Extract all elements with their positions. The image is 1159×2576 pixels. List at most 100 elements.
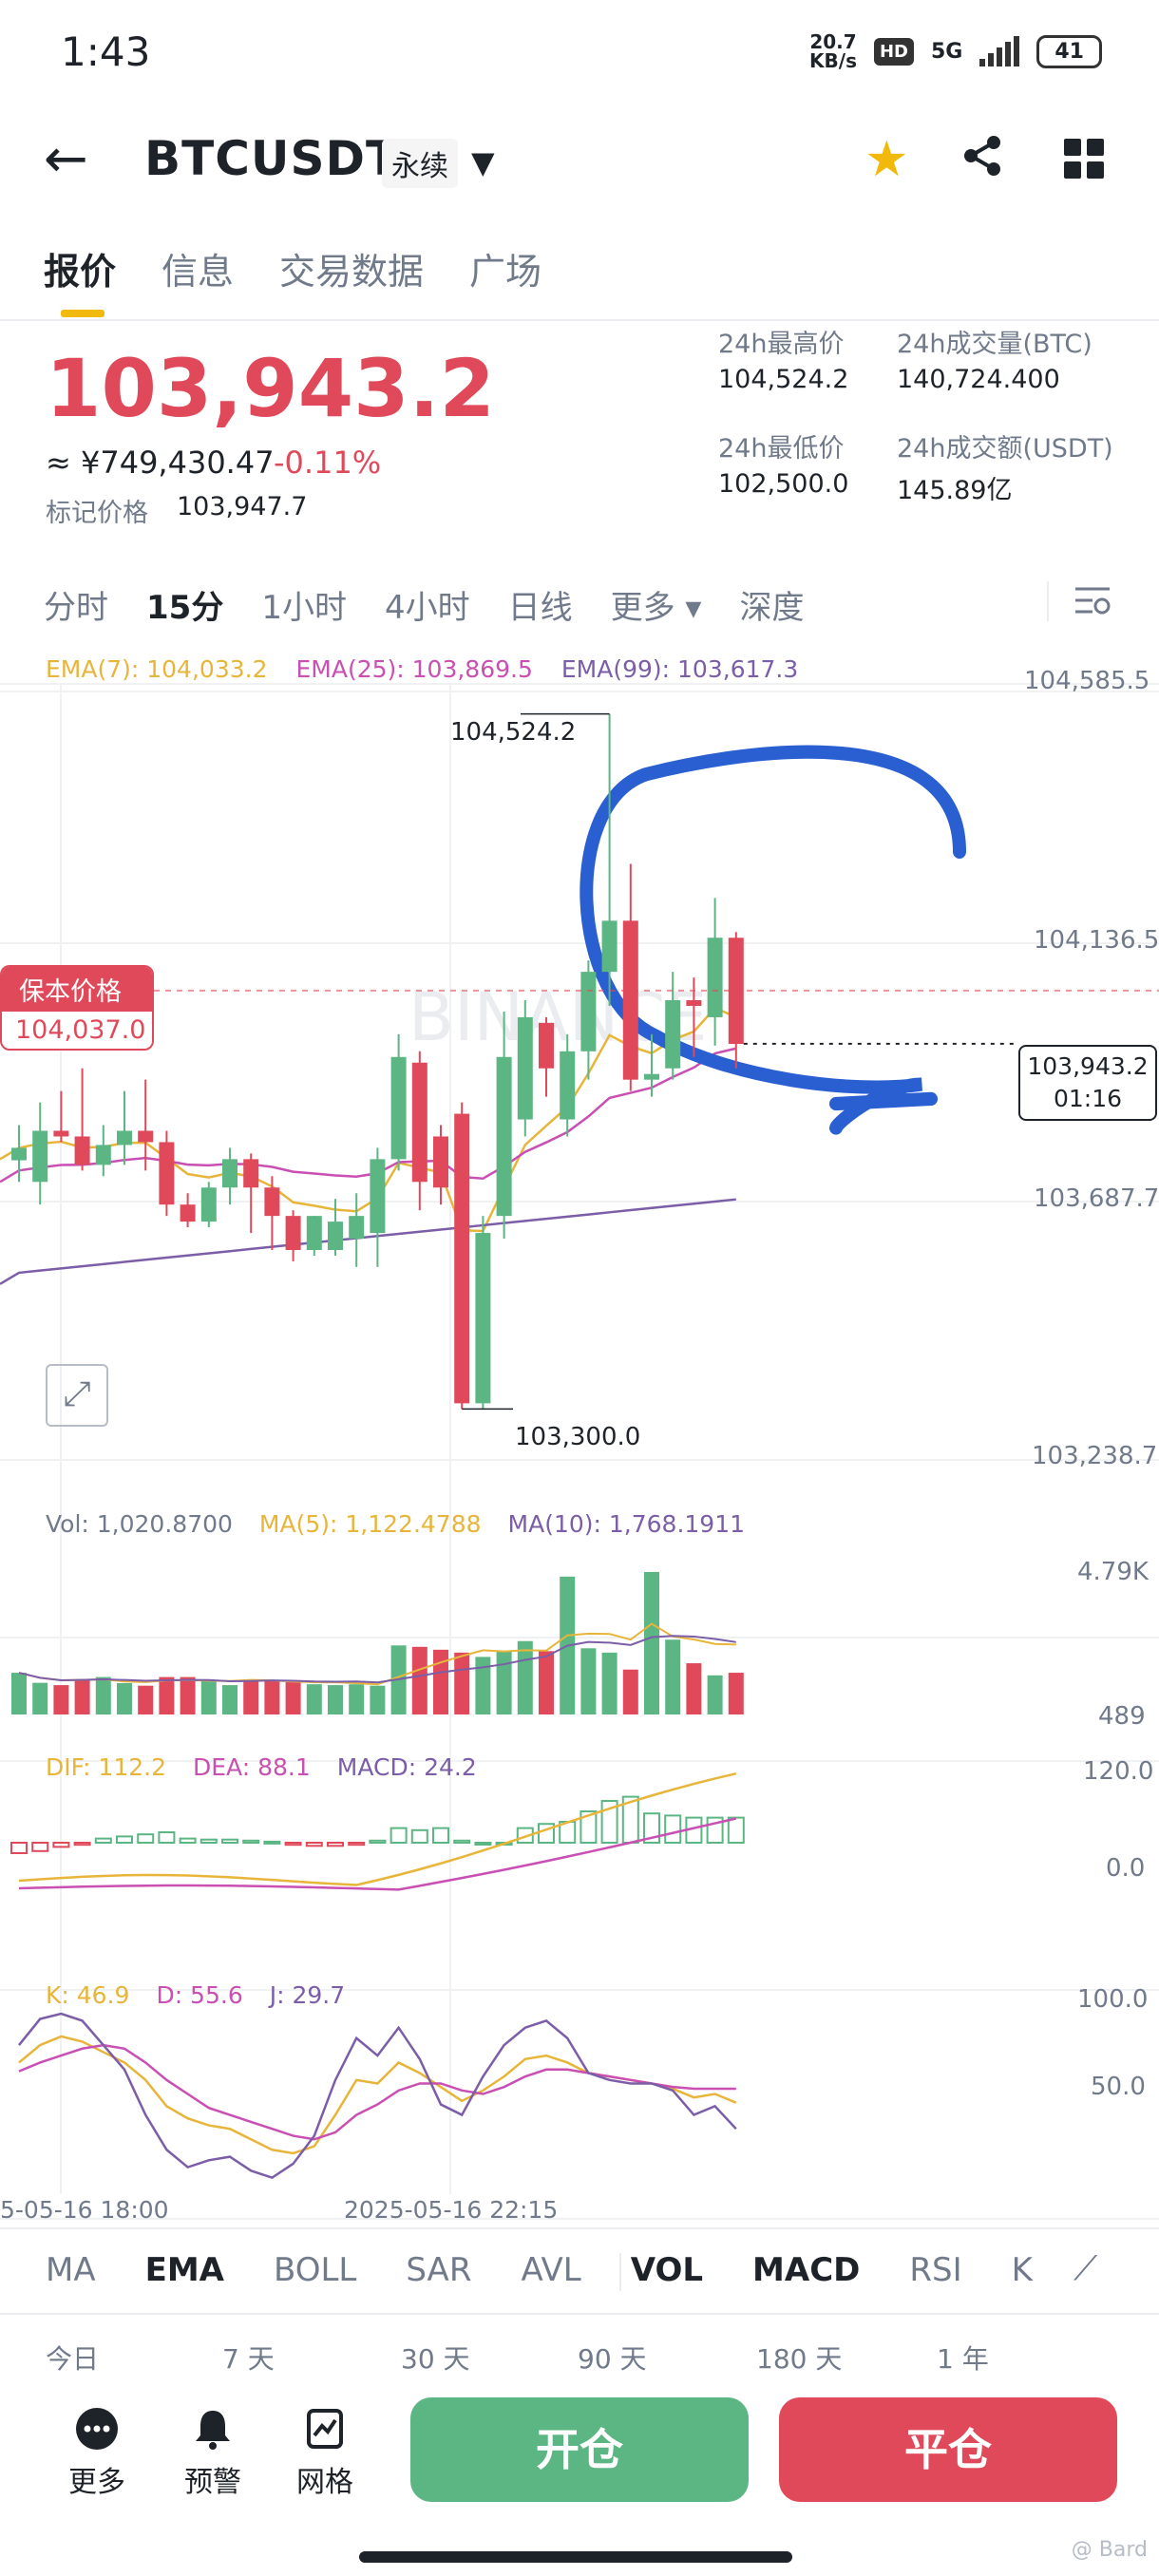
dif-line: [18, 1771, 737, 1886]
fullscreen-icon[interactable]: ⤢: [46, 1364, 108, 1427]
ind-ma[interactable]: MA: [46, 2251, 96, 2289]
macd-histogram-bar: [432, 1827, 449, 1844]
macd-histogram-bar: [31, 1842, 49, 1852]
candle-body: [159, 1142, 175, 1205]
macd-histogram-bar: [137, 1833, 155, 1844]
more-apps-icon[interactable]: [1064, 139, 1104, 179]
breakeven-value: 104,037.0: [15, 1015, 146, 1045]
range-1y[interactable]: 1 年: [937, 2339, 989, 2377]
home-indicator: [359, 2551, 792, 2563]
volume-bar: [138, 1685, 154, 1714]
indicator-divider-bottom: [0, 2313, 1159, 2315]
kdj-y-mid: 50.0: [1091, 2073, 1146, 2101]
tab-quote[interactable]: 报价: [44, 242, 116, 294]
net-type: 5G: [931, 39, 963, 64]
price-change: -0.11%: [274, 445, 382, 481]
volume-bar: [707, 1675, 723, 1714]
dea-label: DEA: 88.1: [193, 1753, 311, 1781]
breakeven-price-tag[interactable]: 保本价格 104,037.0: [0, 965, 154, 1051]
volume-bar: [74, 1678, 90, 1714]
range-90d[interactable]: 90 天: [578, 2339, 647, 2377]
ind-rsi[interactable]: RSI: [909, 2251, 961, 2289]
range-30d[interactable]: 30 天: [401, 2339, 470, 2377]
candle-body: [32, 1130, 48, 1183]
symbol-title[interactable]: BTCUSDT: [144, 131, 399, 186]
hd-icon: HD: [873, 37, 914, 66]
interval-more[interactable]: 更多 ▾: [611, 581, 702, 628]
ind-boll[interactable]: BOLL: [274, 2251, 356, 2289]
interval-1d[interactable]: 日线: [508, 581, 573, 628]
mark-price-label: 标记价格: [46, 499, 148, 528]
alert-button[interactable]: 预警: [184, 2407, 241, 2500]
volume-bar: [539, 1651, 554, 1714]
share-icon[interactable]: [960, 133, 1005, 190]
ind-k[interactable]: K: [1012, 2251, 1033, 2289]
ind-vol[interactable]: VOL: [631, 2251, 703, 2289]
candle-body: [222, 1159, 238, 1188]
interval-4h[interactable]: 4小时: [385, 581, 470, 628]
high-annotation: 104,524.2: [450, 718, 577, 747]
y-tick-0: 104,585.5: [1024, 667, 1150, 695]
candle-body: [622, 920, 638, 1080]
volume-bar: [285, 1682, 301, 1714]
macd-histogram-bar: [369, 1839, 387, 1845]
candle-body: [475, 1233, 491, 1404]
candle-body: [264, 1187, 280, 1217]
candle-body: [686, 1000, 702, 1006]
candle-body: [390, 1056, 407, 1160]
back-icon[interactable]: ←: [44, 133, 88, 186]
tab-square[interactable]: 广场: [469, 242, 542, 294]
volume-bar: [222, 1685, 238, 1714]
macd-histogram-bar: [10, 1842, 28, 1854]
macd-legend: DIF: 112.2 DEA: 88.1 MACD: 24.2: [46, 1753, 477, 1781]
chart-settings-icon[interactable]: [1074, 585, 1112, 626]
candle-body: [454, 1113, 470, 1404]
range-7d[interactable]: 7 天: [222, 2339, 275, 2377]
favorite-star-icon[interactable]: ★: [864, 131, 909, 188]
candle-body: [328, 1222, 343, 1251]
volume-bar: [475, 1657, 491, 1714]
countdown: 01:16: [1053, 1085, 1123, 1112]
macd-y-mid: 0.0: [1106, 1854, 1146, 1883]
vol-ma5-label: MA(5): 1,122.4788: [258, 1510, 482, 1538]
j-line: [18, 2012, 737, 2180]
indicator-settings-icon[interactable]: ⟋: [1074, 2249, 1097, 2289]
low-label: 24h最低价: [718, 434, 845, 464]
interval-depth[interactable]: 深度: [739, 581, 804, 628]
candle-body: [117, 1130, 132, 1146]
close-position-button[interactable]: 平仓: [779, 2397, 1117, 2502]
ind-avl[interactable]: AVL: [521, 2251, 580, 2289]
interval-time[interactable]: 分时: [44, 581, 108, 628]
low-annotation: 103,300.0: [515, 1423, 641, 1451]
range-today[interactable]: 今日: [46, 2339, 99, 2377]
alert-label: 预警: [184, 2466, 241, 2499]
ind-sar[interactable]: SAR: [406, 2251, 471, 2289]
volume-bar: [349, 1684, 365, 1714]
ind-ema[interactable]: EMA: [145, 2251, 224, 2289]
open-position-button[interactable]: 开仓: [410, 2397, 749, 2502]
vol-usdt-label: 24h成交额(USDT): [897, 434, 1113, 464]
contract-type-badge: 永续: [382, 139, 458, 188]
symbol-dropdown-icon[interactable]: ▼: [471, 144, 495, 180]
vol-ma10-label: MA(10): 1,768.1911: [507, 1510, 746, 1538]
signal-icon: [979, 36, 1020, 66]
candle-body: [95, 1145, 111, 1165]
volume-bar: [306, 1684, 322, 1714]
tab-info[interactable]: 信息: [162, 242, 234, 294]
grid-button[interactable]: 网格: [296, 2407, 353, 2500]
status-icons: 20.7 KB/s HD 5G 41: [809, 32, 1102, 70]
candle-body: [370, 1159, 386, 1234]
macd-histogram-bar: [200, 1838, 218, 1844]
ind-macd[interactable]: MACD: [752, 2251, 860, 2289]
macd-histogram-bar: [474, 1842, 492, 1846]
more-button[interactable]: 更多: [68, 2407, 125, 2500]
volume-bar: [328, 1685, 343, 1714]
indicator-tabs: MA EMA BOLL SAR AVL VOL MACD RSI K: [46, 2251, 1033, 2289]
range-180d[interactable]: 180 天: [756, 2339, 842, 2377]
interval-1h[interactable]: 1小时: [261, 581, 347, 628]
tab-trading-data[interactable]: 交易数据: [279, 242, 424, 294]
interval-15m[interactable]: 15分: [146, 581, 223, 628]
volume-bar: [433, 1649, 448, 1714]
volume-bar: [200, 1679, 217, 1714]
kdj-y-top: 100.0: [1077, 1985, 1149, 2014]
